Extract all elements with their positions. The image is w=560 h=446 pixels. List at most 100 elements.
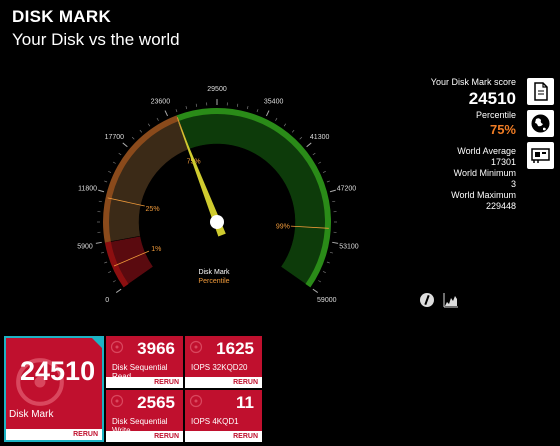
disk-mark-value: 24510 [20,356,96,386]
gauge-minor-tick [299,136,303,140]
percentile-marker-label: 99% [276,224,290,231]
document-button[interactable] [527,78,554,105]
gauge-tick-label: 41300 [310,134,330,141]
seq-write-rerun-button[interactable]: RERUN [106,431,183,442]
gauge-center-sublabel: Percentile [198,278,229,285]
world-average-label: World Average [457,146,516,156]
disk-icon [110,340,124,354]
gauge-minor-tick [104,180,108,183]
chart-icon[interactable] [443,292,459,308]
iops-32-rerun-button[interactable]: RERUN [185,377,262,388]
globe-icon [531,114,550,133]
seq-read-tile[interactable]: 3966 Disk Sequential Read RERUN [106,336,183,388]
gauge-tick [95,241,102,244]
seq-write-tile[interactable]: 2565 Disk Sequential Write RERUN [106,390,183,442]
globe-button[interactable] [527,110,554,137]
seq-read-rerun-button[interactable]: RERUN [106,377,183,388]
gauge-minor-tick [131,136,135,140]
disk-mark-tile[interactable]: 24510 Disk Mark RERUN [4,336,104,442]
gauge-minor-tick [326,261,330,264]
iops-32-label: IOPS 32KQD20 [191,363,248,372]
world-average-value: 17301 [490,157,516,167]
gauge-minor-tick [236,103,239,107]
drive-card-icon [531,148,550,163]
score-value: 24510 [468,89,516,108]
drive-card-button[interactable] [527,142,554,169]
percentile-marker-label: 1% [151,246,161,253]
gauge-minor-tick [98,200,102,203]
gauge-minor-tick [322,170,326,173]
gauge-minor-tick [104,261,108,264]
gauge-hub [210,215,224,229]
info-icon[interactable] [419,292,435,308]
world-maximum-value: 229448 [485,201,516,211]
gauge-tick-label: 17700 [105,134,125,141]
gauge-minor-tick [100,251,105,254]
score-label: Your Disk Mark score [430,77,516,87]
gauge-minor-tick [326,180,330,183]
gauge-minor-tick [185,105,188,110]
gauge-minor-tick [112,280,116,283]
gauge-tick [115,288,122,293]
iops-4-value: 11 [236,393,254,412]
gauge-tick [312,288,319,293]
gauge-tick [306,142,312,148]
world-maximum-label: World Maximum [451,190,516,200]
iops-32-value: 1625 [216,339,254,358]
gauge-minor-tick [318,161,322,164]
gauge-minor-tick [139,129,143,133]
gauge-tick-label: 59000 [317,297,337,304]
gauge-tick-label: 23600 [151,99,171,106]
gauge-band-high [176,107,332,288]
world-minimum-label: World Minimum [453,168,516,178]
gauge-minor-tick [175,109,178,113]
gauge-minor-tick [275,117,278,121]
world-minimum-value: 3 [510,179,516,189]
selected-corner [91,337,103,349]
iops-32-tile[interactable]: 1625 IOPS 32KQD20 RERUN [185,336,262,388]
gauge-minor-tick [195,103,198,107]
gauge-tick [98,189,105,193]
gauge-tick [332,241,339,244]
gauge-tick-label: 0 [105,297,109,304]
percentile-marker-label: 25% [146,206,160,213]
gauge-minor-tick [156,117,159,121]
gauge-tick [122,142,128,148]
gauge-minor-tick [283,123,287,127]
gauge-tick-label: 53100 [339,243,359,250]
gauge-tick [265,110,270,117]
gauge-minor-tick [256,109,259,113]
iops-4-rerun-button[interactable]: RERUN [185,431,262,442]
gauge-minor-tick [322,271,326,274]
gauge-minor-tick [312,152,316,156]
gauge-minor-tick [112,161,116,164]
gauge-tick-label: 47200 [337,185,357,192]
iops-4-tile[interactable]: 11 IOPS 4KQD1 RERUN [185,390,262,442]
percentile-label: Percentile [475,110,516,120]
seq-read-value: 3966 [137,339,175,358]
gauge-minor-tick [291,129,295,133]
gauge-minor-tick [318,280,322,283]
disk-mark-rerun-button[interactable]: RERUN [6,429,102,440]
seq-write-value: 2565 [137,393,175,412]
gauge-tick-label: 29500 [207,86,227,93]
gauge-minor-tick [108,170,112,173]
gauge-minor-tick [329,251,334,254]
score-panel: Your Disk Mark score 24510 Percentile 75… [356,77,516,212]
gauge-minor-tick [118,152,122,156]
gauge-tick-label: 35400 [264,99,284,106]
disk-icon [189,340,203,354]
disk-icon [110,394,124,408]
gauge-minor-tick [332,200,336,203]
gauge-tick [329,189,336,193]
document-icon [534,82,548,101]
gauge-minor-tick [246,105,249,110]
disk-icon [189,394,203,408]
gauge-minor-tick [147,123,151,127]
disk-mark-label: Disk Mark [9,409,54,420]
gauge-tick [164,110,169,117]
iops-4-label: IOPS 4KQD1 [191,417,239,426]
gauge-tick-label: 11800 [78,185,97,192]
gauge-center-label: Disk Mark [198,269,230,276]
gauge-minor-tick [108,271,112,274]
